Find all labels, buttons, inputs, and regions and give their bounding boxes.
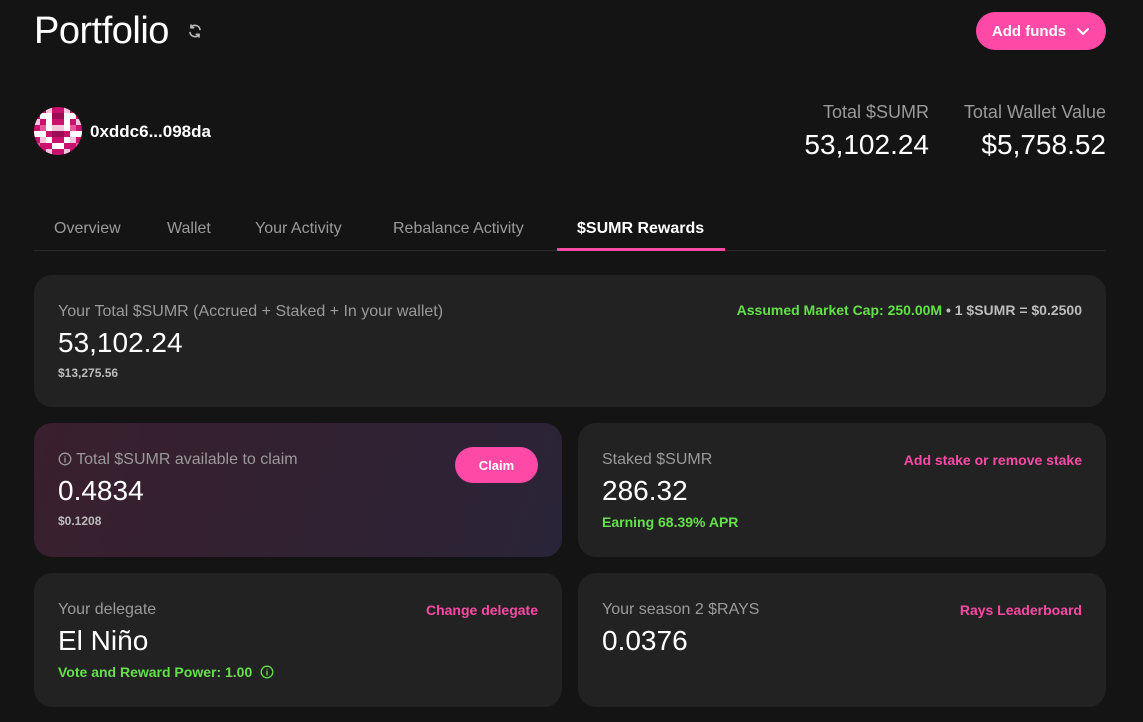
delegate-card-label: Your delegate — [58, 601, 157, 618]
tab-sumr-rewards[interactable]: $SUMR Rewards — [577, 207, 704, 251]
wallet-address[interactable]: 0xddc6...098da — [90, 122, 211, 142]
rays-card: Your season 2 $RAYS 0.0376 Rays Leaderbo… — [578, 573, 1106, 707]
total-card-value: 53,102.24 — [58, 327, 183, 358]
rays-leaderboard-link[interactable]: Rays Leaderboard — [960, 602, 1082, 618]
market-cap-info: Assumed Market Cap: 250.00M • 1 $SUMR = … — [737, 302, 1082, 318]
total-sumr-card: Your Total $SUMR (Accrued + Staked + In … — [34, 275, 1106, 407]
total-card-usd: $13,275.56 — [58, 366, 119, 380]
tab-wallet[interactable]: Wallet — [167, 207, 211, 251]
add-funds-button[interactable]: Add funds — [976, 12, 1106, 50]
total-sumr-value: 53,102.24 — [804, 129, 929, 160]
staked-apr: Earning 68.39% APR — [602, 514, 739, 530]
staked-card-label: Staked $SUMR — [602, 451, 713, 468]
claim-card-usd: $0.1208 — [58, 514, 102, 528]
avatar — [34, 107, 82, 155]
rays-value: 0.0376 — [602, 625, 688, 656]
total-sumr-stat: Total $SUMR 53,102.24 — [804, 102, 929, 161]
add-remove-stake-link[interactable]: Add stake or remove stake — [904, 452, 1082, 468]
add-funds-label: Add funds — [991, 22, 1067, 40]
page-title: Portfolio — [34, 10, 169, 52]
wallet-value-label: Total Wallet Value — [963, 102, 1106, 122]
total-card-label: Your Total $SUMR (Accrued + Staked + In … — [58, 303, 444, 320]
wallet-value: $5,758.52 — [981, 129, 1106, 160]
delegate-card: Your delegate El Niño Vote and Reward Po… — [34, 573, 562, 707]
claim-card-label-row: Total $SUMR available to claim — [58, 451, 298, 469]
chevron-down-icon — [1077, 28, 1090, 35]
wallet-value-stat: Total Wallet Value $5,758.52 — [964, 102, 1106, 161]
price-separator: • — [945, 302, 951, 318]
tab-overview[interactable]: Overview — [54, 207, 121, 251]
rays-card-label: Your season 2 $RAYS — [602, 601, 760, 618]
tab-bar: Overview Wallet Your Activity Rebalance … — [34, 207, 1106, 251]
vote-power-text: Vote and Reward Power: 1.00 — [58, 664, 253, 680]
tab-rebalance-activity[interactable]: Rebalance Activity — [393, 207, 524, 251]
refresh-icon[interactable] — [187, 23, 203, 39]
staked-card-value: 286.32 — [602, 475, 688, 506]
change-delegate-link[interactable]: Change delegate — [426, 602, 538, 618]
tab-your-activity[interactable]: Your Activity — [255, 207, 342, 251]
info-icon[interactable] — [260, 665, 274, 679]
market-cap-text: Assumed Market Cap: 250.00M — [736, 302, 943, 318]
claim-button[interactable]: Claim — [455, 447, 538, 483]
claim-card-label: Total $SUMR available to claim — [76, 451, 298, 468]
vote-power-row: Vote and Reward Power: 1.00 — [58, 664, 274, 680]
delegate-name: El Niño — [58, 625, 149, 656]
claim-card: Total $SUMR available to claim 0.4834 $0… — [34, 423, 562, 557]
total-sumr-label: Total $SUMR — [822, 102, 929, 122]
staked-card: Staked $SUMR 286.32 Earning 68.39% APR A… — [578, 423, 1106, 557]
active-tab-indicator — [557, 248, 725, 251]
sumr-price: 1 $SUMR = $0.2500 — [954, 302, 1082, 318]
claim-card-value: 0.4834 — [58, 475, 144, 506]
info-icon — [58, 452, 72, 466]
